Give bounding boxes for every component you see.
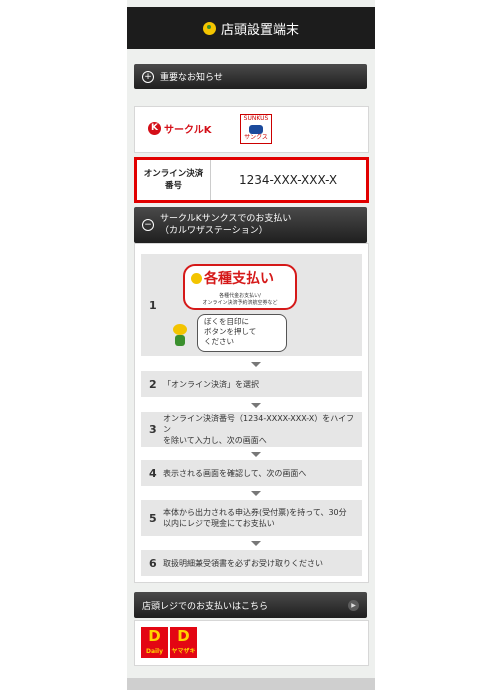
section-title-line1: サークルKサンクスでのお支払い bbox=[160, 214, 292, 224]
step-5-text-line2: 以内にレジで現金にてお支払い bbox=[163, 519, 275, 528]
arrow-down-icon bbox=[251, 541, 261, 546]
sunkus-logo-text: SUNKUS bbox=[243, 115, 269, 122]
payment-number-label: オンライン決済 番号 bbox=[137, 160, 211, 200]
circle-k-payment-section-bar[interactable]: − サークルKサンクスでのお支払い （カルワザステーション） bbox=[134, 207, 367, 243]
phone-screen: 店頭設置端末 + 重要なお知らせ K サークルK SUNKUS サンクス オンラ… bbox=[127, 0, 375, 690]
step-2-number: 2 bbox=[149, 377, 157, 391]
step-2: 2 「オンライン決済」を選択 bbox=[141, 371, 362, 397]
important-notice-bar[interactable]: + 重要なお知らせ bbox=[134, 64, 367, 89]
step-2-text: 「オンライン決済」を選択 bbox=[163, 379, 259, 389]
arrow-down-icon bbox=[251, 491, 261, 496]
plus-icon: + bbox=[142, 70, 154, 83]
minus-icon: − bbox=[142, 219, 154, 231]
register-payment-label: 店頭レジでのお支払いはこちら bbox=[142, 601, 269, 612]
bubble-line2: ボタンを押して bbox=[204, 327, 257, 336]
bottom-strip bbox=[127, 678, 375, 690]
step-3-text-line1: オンライン決済番号（1234-XXXX-XXX-X）をハイフン bbox=[163, 414, 355, 434]
circle-k-logo: K サークルK bbox=[148, 121, 211, 136]
store-logos-box: K サークルK SUNKUS サンクス bbox=[134, 106, 369, 153]
mascot-face-icon bbox=[191, 273, 202, 284]
step-1-number: 1 bbox=[149, 298, 157, 312]
step-4-text: 表示される画面を確認して、次の画面へ bbox=[163, 468, 307, 478]
step-5-number: 5 bbox=[149, 511, 157, 525]
payment-button-banner: 各種支払い 各種代金お支払い/ オンライン決済予約済航空券など bbox=[183, 264, 297, 310]
sunkus-logo: SUNKUS サンクス bbox=[240, 114, 272, 144]
steps-box: 1 各種支払い 各種代金お支払い/ オンライン決済予約済航空券など ぼくを目印に… bbox=[134, 243, 369, 583]
sunkus-bird-icon bbox=[249, 125, 263, 134]
speech-bubble: ぼくを目印に ボタンを押して ください bbox=[197, 314, 287, 352]
mascot-icon bbox=[202, 21, 216, 35]
bubble-line3: ください bbox=[204, 337, 234, 346]
step-3-number: 3 bbox=[149, 423, 157, 436]
mascot-character-icon bbox=[173, 324, 187, 346]
step-6-text: 取扱明細兼受領書を必ずお受け取りください bbox=[163, 558, 323, 568]
bubble-line1: ぼくを目印に bbox=[204, 317, 249, 326]
arrow-right-icon: ▶ bbox=[348, 599, 359, 611]
payment-number-label-line1: オンライン決済 bbox=[143, 169, 204, 179]
arrow-down-icon bbox=[251, 403, 261, 408]
step-5: 5 本体から出力される申込券(受付票)を持って、30分 以内にレジで現金にてお支… bbox=[141, 500, 362, 536]
step-1: 1 各種支払い 各種代金お支払い/ オンライン決済予約済航空券など ぼくを目印に… bbox=[141, 254, 362, 356]
banner-title: 各種支払い bbox=[191, 268, 274, 288]
step-6-number: 6 bbox=[149, 556, 157, 570]
section-title-line2: （カルワザステーション） bbox=[160, 226, 268, 236]
banner-sub2: オンライン決済予約済航空券など bbox=[202, 300, 278, 306]
important-notice-label: 重要なお知らせ bbox=[160, 73, 223, 83]
header-bar: 店頭設置端末 bbox=[127, 7, 375, 49]
payment-number-box: オンライン決済 番号 1234-XXX-XXX-X bbox=[134, 157, 369, 203]
page-title: 店頭設置端末 bbox=[220, 22, 299, 38]
circle-k-text: サークルK bbox=[164, 125, 212, 136]
yamazaki-daily-store-logo[interactable]: D ヤマザキ bbox=[170, 627, 197, 658]
daily-yamazaki-logo[interactable]: D Daily bbox=[141, 627, 168, 658]
payment-number-value: 1234-XXX-XXX-X bbox=[238, 173, 338, 187]
step-4-number: 4 bbox=[149, 466, 157, 480]
arrow-down-icon bbox=[251, 452, 261, 457]
sunkus-logo-subtext: サンクス bbox=[244, 134, 268, 141]
banner-sub1: 各種代金お支払い/ bbox=[219, 293, 261, 299]
step-6: 6 取扱明細兼受領書を必ずお受け取りください bbox=[141, 550, 362, 576]
step-3-text-line2: を除いて入力し、次の画面へ bbox=[163, 436, 267, 445]
step-3: 3 オンライン決済番号（1234-XXXX-XXX-X）をハイフン を除いて入力… bbox=[141, 412, 362, 447]
register-payment-bar[interactable]: 店頭レジでのお支払いはこちら ▶ bbox=[134, 592, 367, 618]
arrow-down-icon bbox=[251, 362, 261, 367]
circle-k-mark-icon: K bbox=[148, 122, 161, 135]
step-4: 4 表示される画面を確認して、次の画面へ bbox=[141, 460, 362, 486]
step-5-text-line1: 本体から出力される申込券(受付票)を持って、30分 bbox=[163, 508, 347, 517]
bottom-logos: D Daily D ヤマザキ bbox=[141, 627, 197, 658]
payment-number-label-line2: 番号 bbox=[164, 181, 182, 191]
